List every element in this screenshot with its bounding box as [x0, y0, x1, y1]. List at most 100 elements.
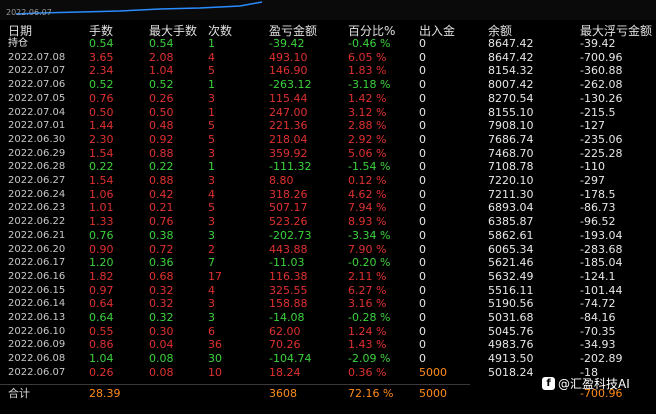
cell-max-float-loss: -74.72 — [580, 297, 616, 311]
table-row[interactable]: 2022.06.10 0.55 0.30 6 62.00 1.24 % 0 5045.76 -7… — [0, 325, 656, 339]
cell-inout: 0 — [419, 256, 426, 270]
cell-balance: 5018.24 — [488, 365, 534, 379]
cell-count: 5 — [208, 132, 215, 146]
cell-lots: 1.54 — [89, 146, 114, 160]
table-row[interactable]: 2022.06.09 0.86 0.04 36 70.26 1.43 % 0 4983.76 -… — [0, 338, 656, 352]
table-row[interactable]: 2022.07.07 2.34 1.04 5 146.90 1.83 % 0 8154.32 -… — [0, 64, 656, 78]
table-row[interactable]: 2022.06.13 0.64 0.32 3 -14.08 -0.28 % 0 5031.68… — [0, 311, 656, 325]
total-lots: 28.39 — [89, 387, 121, 400]
cell-count: 4 — [208, 283, 215, 297]
table-row[interactable]: 2022.06.16 1.82 0.68 17 116.38 2.11 % 0 5632.49… — [0, 270, 656, 284]
cell-count: 1 — [208, 37, 215, 50]
cell-pct: 7.90 % — [348, 242, 387, 256]
cell-count: 1 — [208, 105, 215, 119]
cell-count: 5 — [208, 64, 215, 78]
table-row[interactable]: 2022.06.21 0.76 0.38 3 -202.73 -3.34 % 0 5862.6… — [0, 229, 656, 243]
table-row[interactable]: 2022.06.20 0.90 0.72 2 443.88 7.90 % 0 6065.34 -… — [0, 243, 656, 257]
cell-max-lots: 0.42 — [149, 187, 174, 201]
cell-balance: 8155.10 — [488, 105, 534, 119]
cell-max-lots: 0.72 — [149, 242, 174, 256]
total-label: 合计 — [8, 387, 30, 400]
cell-date: 2022.06.29 — [8, 147, 66, 159]
cell-pnl: 62.00 — [269, 324, 301, 338]
cell-inout: 0 — [419, 352, 426, 366]
cell-lots: 3.65 — [89, 50, 114, 64]
cell-pnl: 443.88 — [269, 242, 308, 256]
mini-chart-strip: 2022.06.07 — [0, 0, 656, 20]
cell-pct: 1.43 % — [348, 338, 387, 352]
table-row[interactable]: 2022.06.27 1.54 0.88 3 8.80 0.12 % 0 7220.10 -29… — [0, 174, 656, 188]
cell-pct: -2.09 % — [348, 352, 391, 366]
cell-date: 2022.07.06 — [8, 79, 66, 91]
cell-balance: 7908.10 — [488, 119, 534, 133]
cell-lots: 1.04 — [89, 352, 114, 366]
cell-max-lots: 0.36 — [149, 256, 174, 270]
table-row[interactable]: 2022.06.23 1.01 0.21 5 507.17 7.94 % 0 6893.04 -… — [0, 201, 656, 215]
watermark-text: @汇盈科技AI — [558, 376, 630, 391]
cell-inout: 0 — [419, 37, 426, 50]
table-row[interactable]: 2022.06.15 0.97 0.32 4 325.55 6.27 % 0 5516.11 -… — [0, 284, 656, 298]
cell-max-lots: 0.88 — [149, 146, 174, 160]
cell-max-float-loss: -110 — [580, 160, 605, 174]
cell-lots: 1.54 — [89, 174, 114, 187]
cell-balance: 4983.76 — [488, 338, 534, 352]
cell-max-float-loss: -202.89 — [580, 352, 623, 366]
table-row[interactable]: 2022.06.24 1.06 0.42 4 318.26 4.62 % 0 7211.30 -… — [0, 188, 656, 202]
total-pct: 72.16 % — [348, 387, 394, 400]
table-row[interactable]: 2022.07.05 0.76 0.26 3 115.44 1.42 % 0 8270.54 -… — [0, 92, 656, 106]
cell-inout: 0 — [419, 132, 426, 146]
table-row[interactable]: 2022.06.29 1.54 0.88 3 359.92 5.06 % 0 7468.70 -… — [0, 147, 656, 161]
cell-lots: 0.90 — [89, 242, 114, 256]
table-row[interactable]: 持仓 0.54 0.54 1 -39.42 -0.46 % 0 8647.42 -39.42 — [0, 37, 656, 51]
table-row[interactable]: 2022.07.04 0.50 0.50 1 247.00 3.12 % 0 8155.10 -… — [0, 106, 656, 120]
table-row[interactable]: 2022.06.14 0.64 0.32 3 158.88 3.16 % 0 5190.56 -… — [0, 297, 656, 311]
cell-lots: 0.52 — [89, 78, 114, 92]
table-row[interactable]: 2022.06.08 1.04 0.08 30 -104.74 -2.09 % 0 4913.… — [0, 352, 656, 366]
cell-pnl: 325.55 — [269, 283, 308, 297]
cell-date: 2022.07.01 — [8, 120, 66, 132]
cell-max-lots: 0.32 — [149, 297, 174, 311]
total-pnl: 3608 — [269, 387, 297, 400]
cell-pnl: 70.26 — [269, 338, 301, 352]
cell-max-lots: 0.04 — [149, 338, 174, 352]
cell-inout: 0 — [419, 105, 426, 119]
table-row[interactable]: 2022.07.01 1.44 0.48 5 221.36 2.88 % 0 7908.10 -… — [0, 119, 656, 133]
cell-max-lots: 2.08 — [149, 50, 174, 64]
cell-inout: 0 — [419, 338, 426, 352]
cell-balance: 5190.56 — [488, 297, 534, 311]
cell-balance: 7211.30 — [488, 187, 534, 201]
table-row[interactable]: 2022.06.28 0.22 0.22 1 -111.32 -1.54 % 0 7108.7… — [0, 160, 656, 174]
cell-pnl: -104.74 — [269, 352, 312, 366]
cell-date: 2022.06.10 — [8, 325, 66, 337]
cell-pct: -0.20 % — [348, 256, 391, 270]
cell-count: 6 — [208, 324, 215, 338]
cell-max-lots: 0.48 — [149, 119, 174, 133]
cell-balance: 8007.42 — [488, 78, 534, 92]
cell-count: 3 — [208, 228, 215, 242]
cell-date: 2022.06.16 — [8, 270, 66, 282]
table-row[interactable]: 2022.06.30 2.30 0.92 5 218.04 2.92 % 0 7686.74 -… — [0, 133, 656, 147]
cell-date: 2022.06.22 — [8, 216, 66, 228]
cell-max-float-loss: -215.5 — [580, 105, 616, 119]
table-row[interactable]: 2022.07.08 3.65 2.08 4 493.10 6.05 % 0 8647.42 -… — [0, 51, 656, 65]
cell-pnl: 247.00 — [269, 105, 308, 119]
cell-balance: 7686.74 — [488, 132, 534, 146]
cell-max-float-loss: -700.96 — [580, 50, 623, 64]
cell-count: 7 — [208, 256, 215, 270]
cell-pct: 5.06 % — [348, 146, 387, 160]
cell-count: 3 — [208, 91, 215, 105]
cell-inout: 0 — [419, 174, 426, 187]
cell-max-lots: 0.54 — [149, 37, 174, 50]
cell-inout: 0 — [419, 269, 426, 283]
table-row[interactable]: 2022.06.17 1.20 0.36 7 -11.03 -0.20 % 0 5621.46… — [0, 256, 656, 270]
cell-max-float-loss: -225.28 — [580, 146, 623, 160]
cell-date: 2022.06.21 — [8, 229, 66, 241]
cell-count: 30 — [208, 352, 222, 366]
cell-lots: 0.64 — [89, 297, 114, 311]
cell-balance: 7468.70 — [488, 146, 534, 160]
cell-date: 2022.06.17 — [8, 257, 66, 269]
cell-pnl: 318.26 — [269, 187, 308, 201]
cell-balance: 5621.46 — [488, 256, 534, 270]
table-row[interactable]: 2022.07.06 0.52 0.52 1 -263.12 -3.18 % 0 8007.4… — [0, 78, 656, 92]
table-row[interactable]: 2022.06.22 1.33 0.76 3 523.26 8.93 % 0 6385.87 -… — [0, 215, 656, 229]
